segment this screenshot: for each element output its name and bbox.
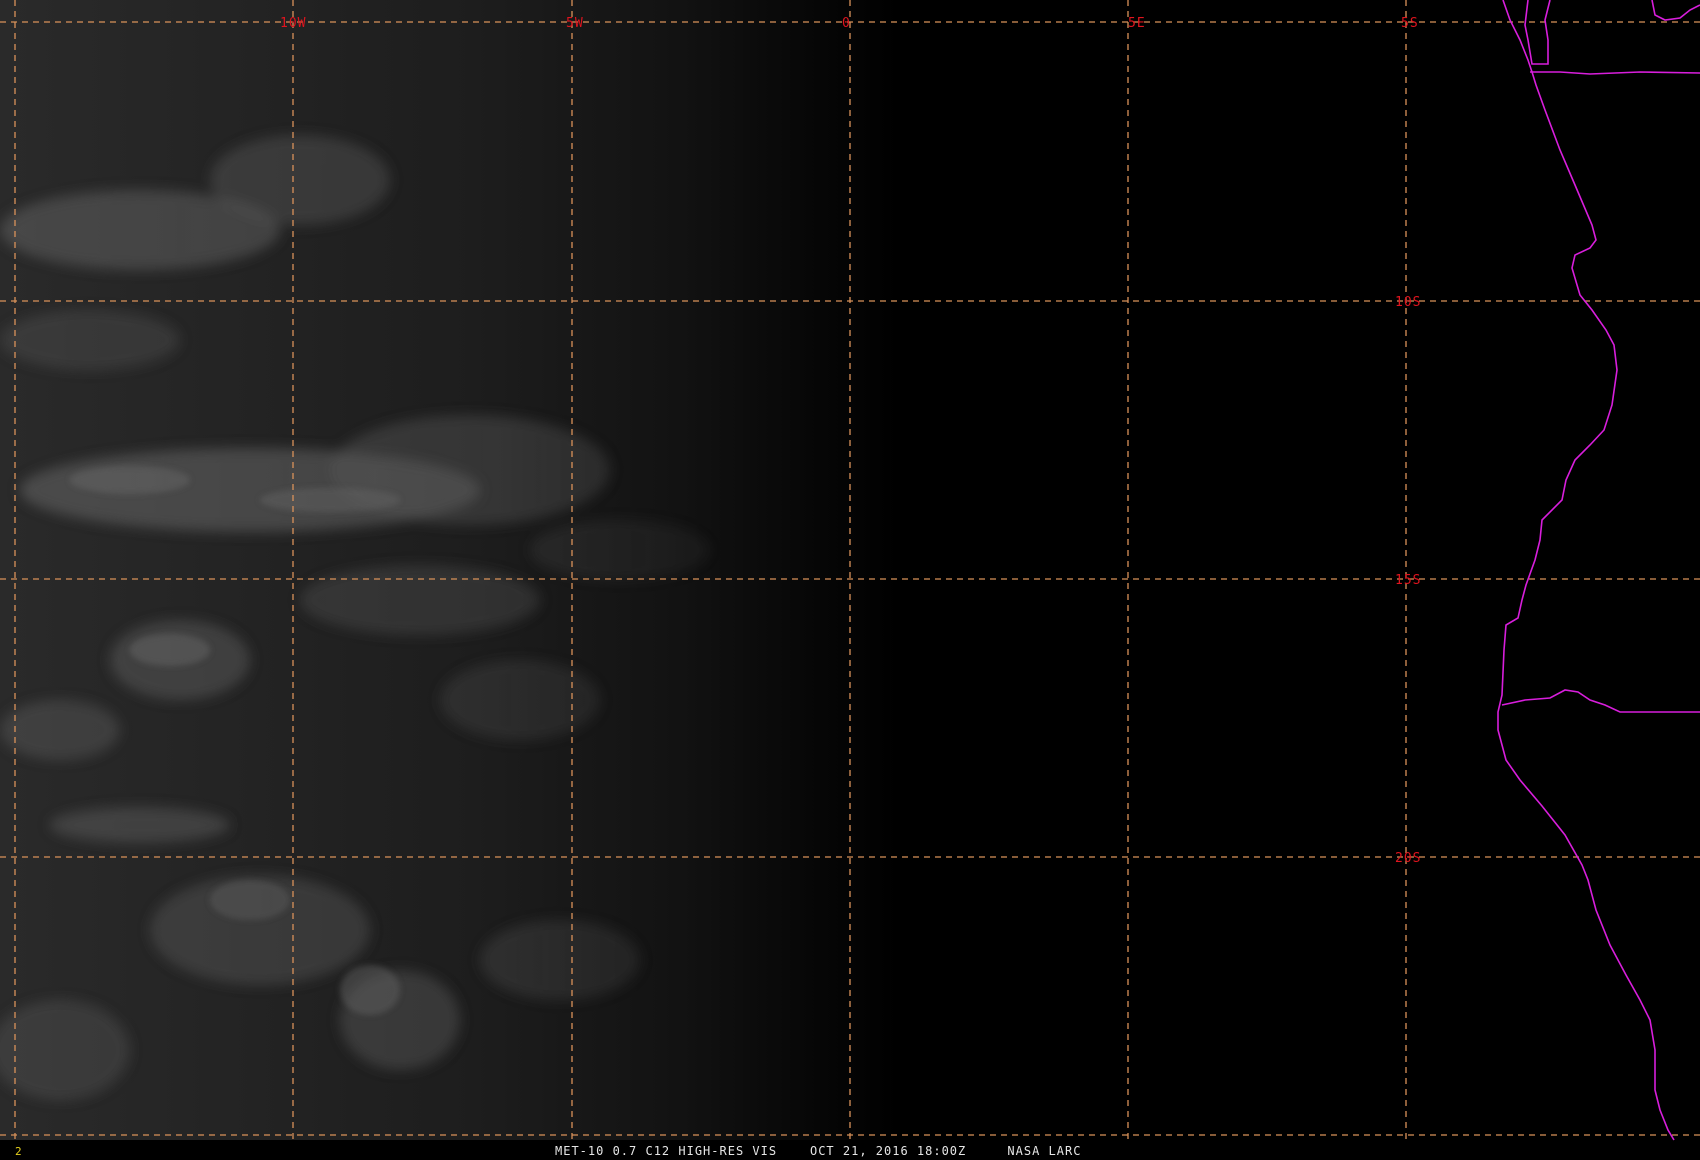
lat-label-5s: 5S <box>1401 16 1419 31</box>
lat-label-20s: 20S <box>1395 851 1421 866</box>
satellite-image: 10W 5W 0 5E 5S 10S 15S 20S <box>0 0 1700 1160</box>
frame-number: 2 <box>15 1145 23 1158</box>
datetime-label: OCT 21, 2016 18:00Z <box>809 1144 967 1158</box>
lon-label-5w: 5W <box>566 16 584 31</box>
image-caption: MET-10 0.7 C12 HIGH-RES VIS OCT 21, 2016… <box>555 1144 1081 1158</box>
product-label: MET-10 0.7 C12 HIGH-RES VIS <box>555 1144 778 1158</box>
lat-label-10s: 10S <box>1395 295 1421 310</box>
image-footer: 2 MET-10 0.7 C12 HIGH-RES VIS OCT 21, 20… <box>0 1140 1700 1160</box>
satellite-map-canvas: 10W 5W 0 5E 5S 10S 15S 20S <box>0 0 1700 1141</box>
lon-label-0: 0 <box>842 16 851 31</box>
lon-label-10w: 10W <box>280 16 306 31</box>
lat-label-15s: 15S <box>1395 573 1421 588</box>
credit-label: NASA LARC <box>1007 1144 1082 1158</box>
lon-label-5e: 5E <box>1128 16 1146 31</box>
